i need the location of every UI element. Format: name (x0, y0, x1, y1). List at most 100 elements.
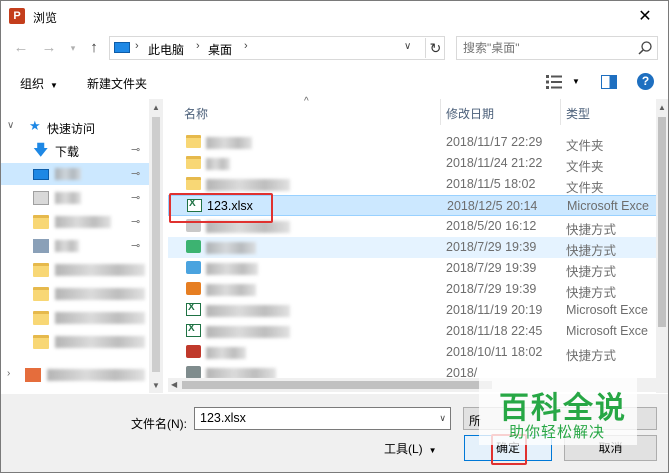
back-arrow-icon: ← (13, 39, 29, 56)
nav-item-account[interactable]: › (1, 364, 149, 386)
expand-chevron-icon[interactable]: › (7, 368, 10, 379)
search-box[interactable] (456, 36, 658, 60)
back-button[interactable]: ← (11, 38, 31, 58)
nav-item-pinned[interactable]: ⊸ (1, 235, 149, 257)
pin-icon: ⊸ (131, 168, 141, 180)
file-row[interactable]: 2018/10/11 18:02 快捷方式 (168, 342, 658, 363)
nav-item-folder[interactable] (1, 259, 149, 281)
nav-scroll-thumb[interactable] (152, 117, 160, 372)
blurred-filename (206, 284, 256, 296)
document-icon (33, 191, 49, 205)
filename-label: 文件名(N): (131, 417, 187, 431)
recent-locations-button[interactable]: ▾ (63, 38, 83, 58)
blurred-label (55, 336, 145, 348)
pin-icon: ⊸ (131, 192, 141, 204)
file-row[interactable]: 2018/11/19 20:19 Microsoft Exce (168, 300, 658, 321)
nav-item-folder[interactable] (1, 283, 149, 305)
pin-icon: ⊸ (131, 216, 141, 228)
command-toolbar: 组织 ▼ 新建文件夹 (1, 68, 668, 98)
refresh-icon: ↻ (429, 40, 442, 56)
shortcut-icon (186, 240, 201, 253)
filename-input[interactable] (200, 411, 430, 425)
file-browse-dialog: P 浏览 ✕ ← → ▾ ↑ › 此电脑 › 桌面 › ∨ ↻ 组织▼ 新建文件… (0, 0, 669, 473)
preview-pane-icon[interactable] (601, 75, 617, 89)
blurred-label (55, 312, 145, 324)
nav-scrollbar[interactable]: ▲ ▼ (149, 99, 163, 393)
breadcrumb-desktop[interactable]: 桌面 (208, 41, 232, 58)
organize-menu[interactable]: 组织 ▼ (20, 75, 58, 92)
folder-icon (33, 311, 49, 325)
search-input[interactable] (463, 40, 633, 56)
download-arrow-icon: 🡇 (33, 142, 49, 159)
nav-item-folder[interactable] (1, 307, 149, 329)
file-list: 2018/11/17 22:29 文件夹 2018/11/24 21:22 文件… (168, 132, 658, 384)
nav-item-quick-access[interactable]: ∨ ★ 快速访问 (1, 116, 149, 138)
expand-chevron-icon[interactable]: ∨ (7, 120, 14, 131)
folder-icon (33, 263, 49, 277)
close-button[interactable]: ✕ (622, 1, 668, 32)
column-divider[interactable] (440, 99, 441, 125)
navigation-pane: ∨ ★ 快速访问 🡇 下载 ⊸ ⊸ ⊸ ⊸ ⊸ › (1, 99, 163, 393)
shortcut-icon (186, 261, 201, 274)
scroll-left-icon[interactable]: ◀ (171, 380, 177, 389)
file-row[interactable]: 2018/7/29 19:39 快捷方式 (168, 279, 658, 300)
forward-arrow-icon: → (41, 39, 57, 56)
highlight-box-file (169, 193, 273, 223)
forward-button[interactable]: → (39, 38, 59, 58)
column-divider[interactable] (560, 99, 561, 125)
breadcrumb-separator: › (135, 40, 139, 52)
vertical-scroll-thumb[interactable] (658, 117, 666, 327)
blurred-filename (206, 305, 290, 317)
nav-item-desktop[interactable]: ⊸ (1, 163, 149, 185)
file-row[interactable]: 2018/11/24 21:22 文件夹 (168, 153, 658, 174)
file-row[interactable]: 2018/7/29 19:39 快捷方式 (168, 258, 658, 279)
blurred-label (55, 216, 111, 228)
blurred-filename (206, 137, 252, 149)
blurred-label (55, 264, 145, 276)
refresh-button[interactable]: ↻ (425, 38, 445, 58)
sort-indicator-icon: ^ (304, 96, 309, 107)
column-name[interactable]: 名称 (184, 105, 208, 122)
breadcrumb-this-pc[interactable]: 此电脑 (148, 41, 184, 58)
file-list-vertical-scrollbar[interactable]: ▲ (656, 99, 668, 393)
file-row[interactable]: 2018/11/18 22:45 Microsoft Exce (168, 321, 658, 342)
caret-down-icon: ▼ (428, 446, 437, 455)
blurred-filename (206, 347, 246, 359)
address-dropdown-icon[interactable]: ∨ (404, 41, 411, 52)
blurred-filename (206, 179, 290, 191)
watermark-slogan: 助你轻松解决 (509, 423, 606, 441)
file-row[interactable]: 2018/11/17 22:29 文件夹 (168, 132, 658, 153)
filename-combobox[interactable]: ∨ (194, 407, 451, 430)
new-folder-button[interactable]: 新建文件夹 (87, 75, 147, 92)
file-row[interactable]: 2018/7/29 19:39 快捷方式 (168, 237, 658, 258)
watermark-logo: 百科全说 助你轻松解决 (479, 369, 637, 445)
column-date[interactable]: 修改日期 (446, 105, 494, 122)
chevron-down-icon[interactable]: ∨ (439, 413, 446, 424)
tools-menu[interactable]: 工具(L) ▼ (384, 440, 437, 457)
desktop-icon (33, 169, 49, 180)
pin-icon: ⊸ (131, 240, 141, 252)
folder-icon (33, 287, 49, 301)
breadcrumb-separator: › (196, 40, 200, 52)
help-icon[interactable]: ? (637, 73, 654, 90)
scroll-up-icon[interactable]: ▲ (152, 103, 160, 112)
blurred-label (55, 288, 145, 300)
folder-icon (186, 177, 201, 190)
caret-down-icon: ▼ (50, 81, 58, 90)
scroll-down-icon[interactable]: ▼ (152, 381, 160, 390)
file-row[interactable]: 2018/11/5 18:02 文件夹 (168, 174, 658, 195)
column-type[interactable]: 类型 (566, 105, 590, 122)
folder-icon (186, 135, 201, 148)
blurred-label (55, 168, 81, 180)
view-caret-icon[interactable]: ▼ (572, 77, 580, 86)
view-options-icon[interactable] (546, 75, 562, 89)
up-button[interactable]: ↑ (84, 38, 104, 58)
search-icon (638, 41, 652, 55)
address-bar[interactable]: › 此电脑 › 桌面 › ∨ ↻ (109, 36, 445, 60)
horizontal-scroll-thumb[interactable] (182, 381, 492, 389)
scroll-up-icon[interactable]: ▲ (658, 103, 666, 112)
nav-item-downloads[interactable]: 🡇 下载 ⊸ (1, 139, 149, 161)
nav-item-folder[interactable] (1, 331, 149, 353)
nav-item-pinned[interactable]: ⊸ (1, 187, 149, 209)
nav-item-pinned[interactable]: ⊸ (1, 211, 149, 233)
